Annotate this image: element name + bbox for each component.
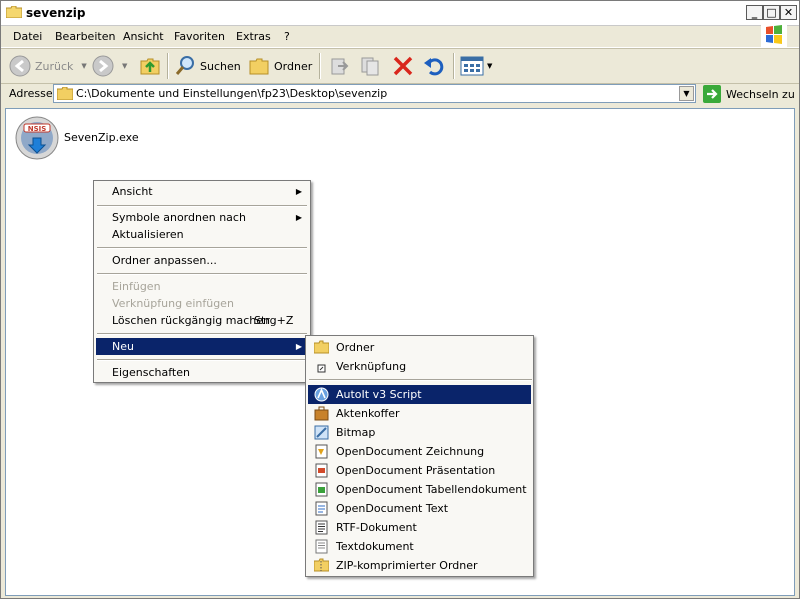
odg-icon xyxy=(315,444,328,459)
context-menu: Ansicht ▶ Symbole anordnen nach ▶ Aktual… xyxy=(93,180,311,383)
go-arrow-icon xyxy=(703,85,721,103)
shortcut-label: Strg+Z xyxy=(254,314,294,327)
nsis-installer-icon: NSIS xyxy=(15,116,59,160)
title-bar[interactable]: sevenzip _ □ ✕ xyxy=(1,1,799,26)
views-button[interactable]: ▼ xyxy=(460,54,492,78)
folders-button[interactable]: Ordner xyxy=(248,54,312,78)
file-item[interactable]: NSIS xyxy=(14,115,60,164)
address-label: Adresse xyxy=(9,87,53,100)
menu-item-symbole-anordnen[interactable]: Symbole anordnen nach ▶ xyxy=(96,209,308,226)
briefcase-icon xyxy=(314,406,329,421)
submenu-item-od-zeichnung[interactable]: OpenDocument Zeichnung xyxy=(308,442,531,461)
menu-item-ordner-anpassen[interactable]: Ordner anpassen... xyxy=(96,252,308,269)
svg-text:NSIS: NSIS xyxy=(28,125,47,133)
submenu-item-verknuepfung[interactable]: Verknüpfung xyxy=(308,357,531,376)
copy-to-icon xyxy=(361,57,379,76)
new-submenu: Ordner Verknüpfung AutoIt v3 Script Akte… xyxy=(305,335,534,577)
maximize-button[interactable]: □ xyxy=(763,5,780,20)
ods-icon xyxy=(315,482,328,497)
menu-ansicht[interactable]: Ansicht xyxy=(123,30,164,43)
menu-item-verknuepfung-einfuegen: Verknüpfung einfügen xyxy=(112,297,234,310)
odt-icon xyxy=(315,501,328,516)
txt-icon xyxy=(315,539,328,554)
menu-help[interactable]: ? xyxy=(284,30,290,43)
delete-button[interactable] xyxy=(392,54,414,78)
minimize-button[interactable]: _ xyxy=(746,5,763,20)
forward-dropdown-icon[interactable]: ▼ xyxy=(122,62,127,70)
copy-to-button[interactable] xyxy=(359,54,381,78)
folder-icon xyxy=(314,340,329,354)
bitmap-icon xyxy=(314,425,329,440)
submenu-item-autoit-script[interactable]: AutoIt v3 Script xyxy=(308,385,531,404)
shortcut-icon xyxy=(317,364,326,373)
submenu-item-od-text[interactable]: OpenDocument Text xyxy=(308,499,531,518)
menu-item-loeschen-rueckgaengig[interactable]: Löschen rückgängig machen Strg+Z xyxy=(96,312,308,329)
views-dropdown-icon[interactable]: ▼ xyxy=(487,62,492,70)
submenu-item-ordner[interactable]: Ordner xyxy=(308,338,531,357)
folder-icon xyxy=(6,6,22,18)
submenu-arrow-icon: ▶ xyxy=(295,342,302,351)
menu-favoriten[interactable]: Favoriten xyxy=(174,30,225,43)
submenu-item-textdokument[interactable]: Textdokument xyxy=(308,537,531,556)
search-button[interactable]: Suchen xyxy=(174,54,241,78)
move-to-button[interactable] xyxy=(328,54,350,78)
file-name: SevenZip.exe xyxy=(64,131,139,144)
submenu-item-bitmap[interactable]: Bitmap xyxy=(308,423,531,442)
go-button[interactable]: Wechseln zu xyxy=(703,85,795,103)
menu-item-eigenschaften[interactable]: Eigenschaften xyxy=(96,364,308,381)
odp-icon xyxy=(315,463,328,478)
address-path: C:\Dokumente und Einstellungen\fp23\Desk… xyxy=(76,87,388,100)
forward-arrow-icon xyxy=(92,55,114,77)
delete-x-icon xyxy=(393,56,413,76)
menu-bearbeiten[interactable]: Bearbeiten xyxy=(55,30,115,43)
menu-datei[interactable]: Datei xyxy=(13,30,42,43)
address-dropdown-icon[interactable]: ▼ xyxy=(679,86,694,101)
folders-icon xyxy=(249,58,269,75)
address-field[interactable]: C:\Dokumente und Einstellungen\fp23\Desk… xyxy=(53,84,696,103)
forward-button[interactable]: ▼ xyxy=(92,54,127,78)
move-to-icon xyxy=(331,58,349,75)
back-button[interactable]: Zurück ▼ xyxy=(9,54,87,78)
back-arrow-icon xyxy=(9,55,31,77)
menu-bar: Datei Bearbeiten Ansicht Favoriten Extra… xyxy=(1,26,799,48)
undo-icon xyxy=(424,58,444,76)
menu-item-einfuegen: Einfügen xyxy=(112,280,161,293)
submenu-arrow-icon: ▶ xyxy=(295,213,302,222)
autoit-icon xyxy=(314,387,329,402)
submenu-arrow-icon: ▶ xyxy=(295,187,302,196)
address-bar: Adresse C:\Dokumente und Einstellungen\f… xyxy=(1,83,799,105)
menu-item-aktualisieren[interactable]: Aktualisieren xyxy=(96,226,308,243)
undo-button[interactable] xyxy=(423,54,445,78)
folder-icon xyxy=(57,87,73,100)
submenu-item-aktenkoffer[interactable]: Aktenkoffer xyxy=(308,404,531,423)
windows-logo-icon xyxy=(761,23,787,47)
close-button[interactable]: ✕ xyxy=(780,5,797,20)
menu-extras[interactable]: Extras xyxy=(236,30,271,43)
rtf-icon xyxy=(315,520,328,535)
zip-icon xyxy=(314,558,329,572)
submenu-item-od-tabellendokument[interactable]: OpenDocument Tabellendokument xyxy=(308,480,531,499)
window-title: sevenzip xyxy=(26,6,86,20)
up-folder-button[interactable] xyxy=(139,54,161,78)
up-folder-icon xyxy=(140,58,160,75)
submenu-item-rtf[interactable]: RTF-Dokument xyxy=(308,518,531,537)
search-icon xyxy=(175,56,194,75)
submenu-item-zip-ordner[interactable]: ZIP-komprimierter Ordner xyxy=(308,556,531,575)
views-icon xyxy=(460,56,484,76)
menu-item-neu[interactable]: Neu ▶ xyxy=(96,338,308,355)
toolbar: Zurück ▼ ▼ Suchen Ordner ▼ xyxy=(1,48,799,84)
back-dropdown-icon[interactable]: ▼ xyxy=(81,62,86,70)
submenu-item-od-praesentation[interactable]: OpenDocument Präsentation xyxy=(308,461,531,480)
menu-item-ansicht[interactable]: Ansicht ▶ xyxy=(96,183,308,200)
